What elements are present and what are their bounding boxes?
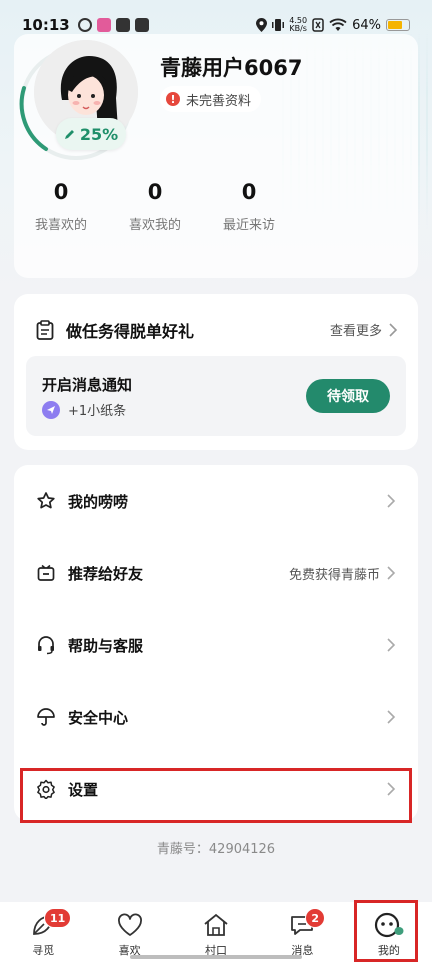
chevron-right-icon — [387, 710, 396, 724]
chevron-right-icon — [389, 322, 398, 337]
task-title: 做任务得脱单好礼 — [66, 322, 195, 341]
vibrate-icon — [272, 19, 285, 31]
nav-badge: 2 — [305, 908, 326, 928]
nav-badge: 11 — [44, 908, 72, 928]
home-indicator — [130, 955, 302, 959]
stat-value: 0 — [53, 180, 69, 204]
stat-i-like[interactable]: 0 我喜欢的 — [14, 180, 108, 233]
chevron-right-icon — [387, 566, 396, 580]
star-icon — [37, 492, 55, 509]
status-time: 10:13 — [22, 16, 70, 34]
menu-right-text: 免费获得青藤币 — [288, 567, 380, 583]
see-more-link[interactable]: 查看更多 — [330, 320, 398, 339]
menu-label: 我的唠唠 — [68, 492, 129, 511]
stat-liked-me[interactable]: 0 喜欢我的 — [108, 180, 202, 233]
see-more-label: 查看更多 — [329, 324, 382, 339]
stat-label: 我喜欢的 — [34, 218, 87, 233]
me-tab-highlight-box — [354, 900, 418, 962]
notify-reward-label: +1小纸条 — [68, 404, 127, 419]
completion-percent: 25% — [79, 124, 119, 144]
net-speed-unit: KB/s — [289, 24, 307, 33]
username: 青藤用户6067 — [160, 56, 303, 80]
clipboard-icon — [36, 320, 54, 340]
completion-badge[interactable]: 25% — [56, 118, 126, 150]
chevron-right-icon — [387, 638, 396, 652]
shopping-notification-icon — [96, 18, 111, 32]
sim-icon — [312, 18, 324, 32]
battery-icon — [386, 19, 410, 31]
nav-label: 寻觅 — [32, 944, 55, 957]
stat-label: 喜欢我的 — [128, 218, 181, 233]
notify-title: 开启消息通知 — [42, 376, 133, 394]
heart-icon — [117, 913, 142, 936]
stat-label: 最近来访 — [222, 218, 275, 233]
network-speed: 4.50 KB/s — [289, 17, 307, 33]
nav-item-discover[interactable]: 11 寻觅 — [0, 902, 86, 964]
umbrella-icon — [37, 708, 55, 726]
menu-item-recommend[interactable]: 推荐给好友 免费获得青藤币 — [14, 537, 418, 609]
incomplete-profile-label: 未完善资料 — [186, 93, 252, 109]
chevron-right-icon — [387, 494, 396, 508]
stat-recent-visitors[interactable]: 0 最近来访 — [202, 180, 296, 233]
menu-label: 推荐给好友 — [68, 564, 144, 583]
house-icon — [204, 913, 228, 936]
menu-right — [386, 710, 396, 724]
menu-right: 免费获得青藤币 — [289, 564, 396, 583]
mail-notification-icon — [115, 18, 130, 32]
menu-right — [386, 638, 396, 652]
warning-icon: ! — [166, 92, 180, 106]
stat-value: 0 — [241, 180, 257, 204]
notify-task: 开启消息通知 +1小纸条 待领取 — [26, 356, 406, 436]
incomplete-profile-tag[interactable]: ! 未完善资料 — [160, 86, 262, 112]
task-card: 做任务得脱单好礼 查看更多 开启消息通知 +1小纸条 待领取 — [14, 294, 418, 450]
paper-plane-icon — [42, 400, 60, 419]
headset-icon — [38, 636, 54, 655]
location-icon — [256, 18, 268, 32]
menu-label: 帮助与客服 — [68, 636, 144, 655]
menu-right — [386, 494, 396, 508]
battery-percent: 64% — [352, 17, 381, 33]
settings-highlight-box — [20, 768, 412, 823]
claim-button[interactable]: 待领取 — [306, 379, 390, 413]
menu-item-my-posts[interactable]: 我的唠唠 — [14, 465, 418, 537]
app-notification-icon — [77, 18, 92, 32]
menu-item-security[interactable]: 安全中心 — [14, 681, 418, 753]
task-header: 做任务得脱单好礼 — [36, 318, 194, 342]
tiktok-notification-icon — [134, 18, 149, 32]
stat-value: 0 — [147, 180, 163, 204]
gift-icon — [37, 564, 55, 581]
menu-label: 安全中心 — [68, 708, 129, 727]
wifi-icon — [329, 18, 347, 31]
account-id: 青藤号：42904126 — [156, 842, 276, 857]
edit-pencil-icon — [64, 130, 74, 139]
menu-item-help[interactable]: 帮助与客服 — [14, 609, 418, 681]
stats-row: 0 我喜欢的 0 喜欢我的 0 最近来访 — [14, 180, 304, 233]
notify-reward: +1小纸条 — [42, 400, 126, 419]
